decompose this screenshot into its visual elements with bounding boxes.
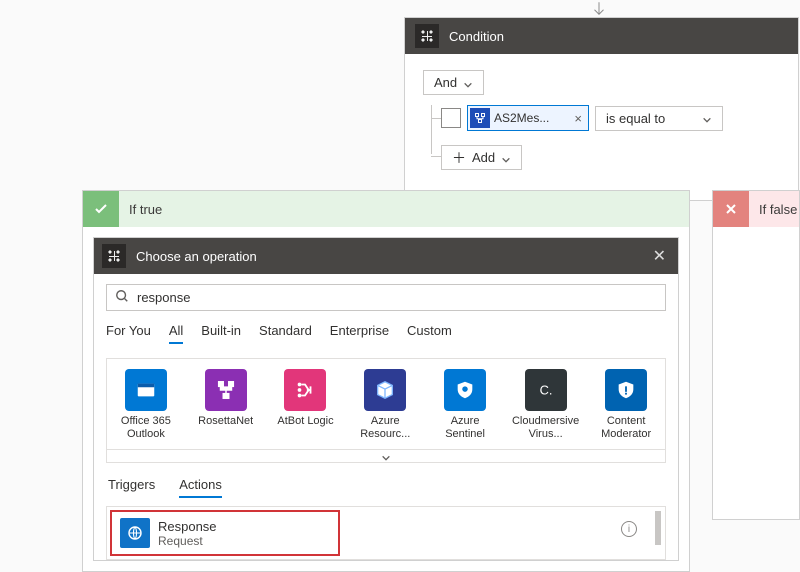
branches-row: If true Choose an operation ✕ For You All…: [82, 190, 800, 572]
expand-connectors-button[interactable]: [106, 449, 666, 463]
close-icon: [713, 191, 749, 227]
connector-rosettanet[interactable]: RosettaNet: [193, 369, 259, 443]
close-icon[interactable]: ✕: [649, 246, 670, 266]
if-true-block: If true Choose an operation ✕ For You All…: [82, 190, 690, 572]
connector-label: RosettaNet: [198, 415, 253, 443]
choose-operation-title: Choose an operation: [136, 249, 257, 264]
condition-icon: [415, 24, 439, 48]
connectors-row: Office 365 Outlook RosettaNet AtBot Logic A…: [106, 358, 666, 450]
expression-chip-remove[interactable]: ×: [570, 111, 586, 126]
tab-for-you[interactable]: For You: [106, 319, 151, 344]
if-false-header[interactable]: If false: [713, 191, 799, 227]
connector-tile-icon: [205, 369, 247, 411]
connector-label: Content Moderator: [593, 415, 659, 443]
action-result-text: Response Request: [158, 519, 217, 548]
connector-cloudmersive-virus-[interactable]: C. Cloudmersive Virus...: [512, 369, 579, 443]
chevron-down-icon: [501, 153, 511, 163]
connector-office-365-outlook[interactable]: Office 365 Outlook: [113, 369, 179, 443]
choose-operation-header: Choose an operation ✕: [94, 238, 678, 274]
subtab-actions[interactable]: Actions: [179, 473, 222, 498]
operation-icon: [102, 244, 126, 268]
connector-label: Cloudmersive Virus...: [512, 415, 579, 443]
connector-label: Azure Resourc...: [352, 415, 418, 443]
scrollbar-thumb[interactable]: [655, 511, 661, 545]
add-row: ＋ Add: [441, 141, 780, 170]
tab-custom[interactable]: Custom: [407, 319, 452, 344]
condition-title: Condition: [449, 29, 504, 44]
condition-card: Condition And AS2Mes... × is equal to: [404, 17, 799, 201]
expression-chip-label: AS2Mes...: [494, 111, 570, 125]
tab-enterprise[interactable]: Enterprise: [330, 319, 389, 344]
condition-row: AS2Mes... × is equal to: [441, 105, 780, 131]
connector-tile-icon: [364, 369, 406, 411]
category-tabs: For You All Built-in Standard Enterprise Cust…: [106, 319, 666, 344]
info-icon[interactable]: i: [621, 521, 637, 537]
subtab-triggers[interactable]: Triggers: [108, 473, 155, 498]
tab-standard[interactable]: Standard: [259, 319, 312, 344]
trigger-action-tabs: Triggers Actions: [108, 473, 666, 498]
connector-azure-resourc-[interactable]: Azure Resourc...: [352, 369, 418, 443]
connector-tile-icon: [605, 369, 647, 411]
connector-tile-icon: [125, 369, 167, 411]
connector-atbot-logic[interactable]: AtBot Logic: [273, 369, 339, 443]
connector-tile-icon: [444, 369, 486, 411]
flow-arrow-down-icon: [590, 0, 608, 18]
add-label: Add: [472, 150, 495, 165]
if-true-header[interactable]: If true: [83, 191, 689, 227]
choose-operation-panel: Choose an operation ✕ For You All Built-in…: [93, 237, 679, 561]
search-input[interactable]: [137, 290, 657, 305]
connector-tile-icon: [284, 369, 326, 411]
if-false-label: If false: [749, 202, 797, 217]
comparison-operator-dropdown[interactable]: is equal to: [595, 106, 723, 131]
tab-all[interactable]: All: [169, 319, 183, 344]
choose-operation-body: For You All Built-in Standard Enterprise Cust…: [94, 274, 678, 560]
connector-content-moderator[interactable]: Content Moderator: [593, 369, 659, 443]
chevron-down-icon: [463, 78, 473, 88]
connector-label: Azure Sentinel: [432, 415, 498, 443]
if-true-label: If true: [119, 202, 162, 217]
chevron-down-icon: [381, 451, 391, 461]
search-icon: [115, 289, 129, 306]
svg-text:C.: C.: [539, 383, 552, 398]
check-icon: [83, 191, 119, 227]
if-false-block: If false: [712, 190, 800, 520]
connector-azure-sentinel[interactable]: Azure Sentinel: [432, 369, 498, 443]
tab-built-in[interactable]: Built-in: [201, 319, 241, 344]
response-action-icon: [120, 518, 150, 548]
connector-tile-icon: C.: [525, 369, 567, 411]
expression-chip-icon: [470, 108, 490, 128]
expression-chip[interactable]: AS2Mes... ×: [467, 105, 589, 131]
condition-operator-label: And: [434, 75, 457, 90]
action-result-response[interactable]: Response Request: [110, 510, 340, 556]
connector-label: AtBot Logic: [277, 415, 333, 443]
condition-tree: AS2Mes... × is equal to ＋ Add: [423, 105, 780, 170]
search-input-container[interactable]: [106, 284, 666, 311]
row-checkbox[interactable]: [441, 108, 461, 128]
comparison-operator-label: is equal to: [606, 111, 665, 126]
condition-header[interactable]: Condition: [405, 18, 798, 54]
add-condition-button[interactable]: ＋ Add: [441, 145, 522, 170]
condition-operator-dropdown[interactable]: And: [423, 70, 484, 95]
action-title: Response: [158, 519, 217, 534]
action-results-list: Response Request i: [106, 506, 666, 560]
condition-body: And AS2Mes... × is equal to ＋ Add: [405, 54, 798, 200]
action-subtitle: Request: [158, 534, 217, 548]
connector-label: Office 365 Outlook: [113, 415, 179, 443]
chevron-down-icon: [702, 113, 712, 123]
plus-icon: ＋: [452, 151, 466, 165]
